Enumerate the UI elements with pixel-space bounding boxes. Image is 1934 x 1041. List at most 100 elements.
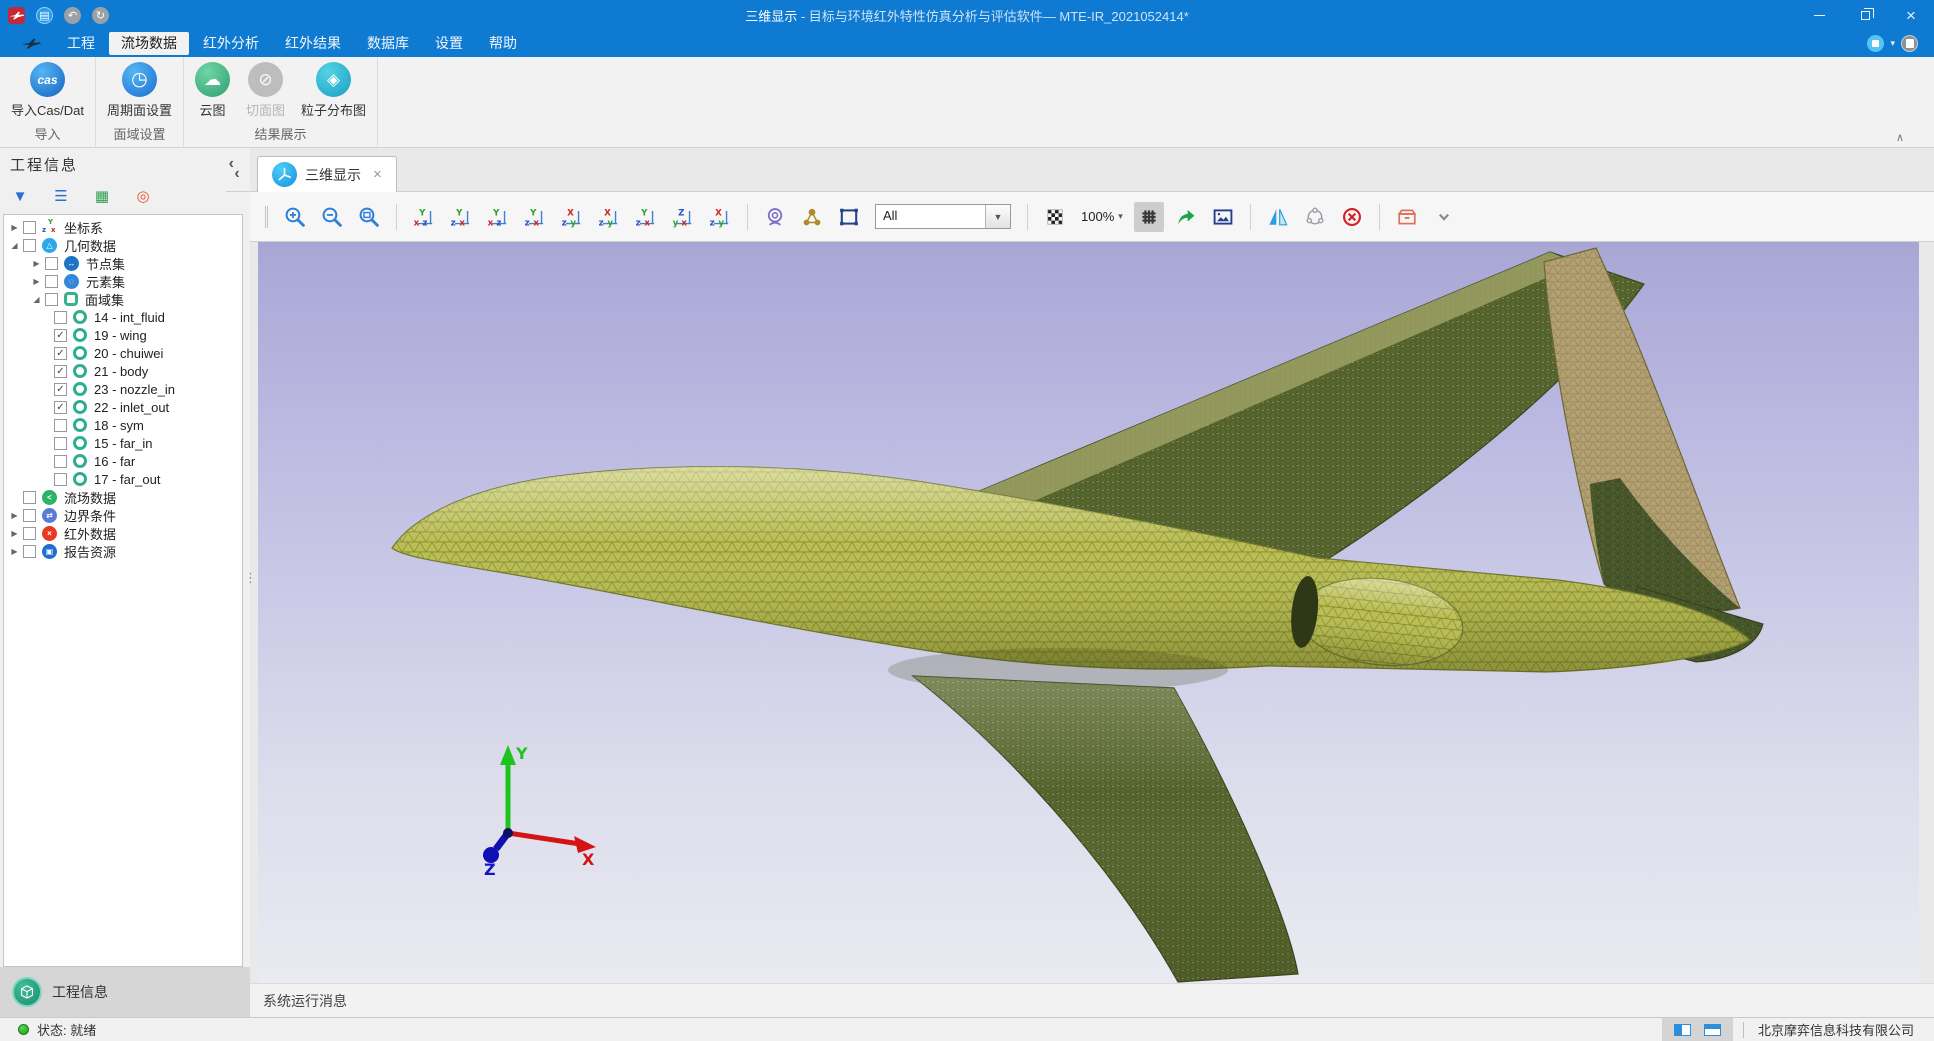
- target-icon[interactable]: ◎: [131, 184, 155, 208]
- checkbox[interactable]: [45, 275, 58, 288]
- toolbar-view-zxy-button[interactable]: zxY: [520, 202, 550, 232]
- tree-row[interactable]: ▶⇄边界条件: [4, 506, 242, 524]
- tree-row[interactable]: ▶Yzx坐标系: [4, 218, 242, 236]
- checkbox[interactable]: ✓: [54, 383, 67, 396]
- checkbox[interactable]: [23, 239, 36, 252]
- ribbon-button-cas[interactable]: cas导入Cas/Dat: [8, 62, 87, 121]
- expander-open-icon[interactable]: ◢: [8, 241, 21, 250]
- toolbar-molecule-button[interactable]: [797, 202, 827, 232]
- expander-icon[interactable]: ▶: [8, 529, 21, 538]
- toolbar-zoom-out-button[interactable]: [317, 202, 347, 232]
- checkbox[interactable]: [54, 473, 67, 486]
- zoom-level-select[interactable]: 100%▾: [1077, 209, 1127, 224]
- minimize-button[interactable]: [1796, 0, 1842, 30]
- checkbox[interactable]: [45, 293, 58, 306]
- toolbar-view-xzy-button[interactable]: xzY: [483, 202, 513, 232]
- tree-row[interactable]: 17 - far_out: [4, 470, 242, 488]
- tree-row[interactable]: ✓21 - body: [4, 362, 242, 380]
- tree-row[interactable]: 15 - far_in: [4, 434, 242, 452]
- checkbox[interactable]: [45, 257, 58, 270]
- toolbar-view-zyx-button[interactable]: zyX: [594, 202, 624, 232]
- ribbon-button-particles[interactable]: ◈粒子分布图: [298, 62, 369, 121]
- checkbox[interactable]: [23, 527, 36, 540]
- combo-dropdown-icon[interactable]: ▼: [985, 205, 1010, 228]
- viewport-3d[interactable]: Y X Z: [258, 242, 1919, 983]
- toolbar-checker-button[interactable]: [1040, 202, 1070, 232]
- checkbox[interactable]: ✓: [54, 365, 67, 378]
- layout-toggle-left-panel-icon[interactable]: [1674, 1024, 1691, 1036]
- toolbar-smooth-button[interactable]: [1300, 202, 1330, 232]
- tab-close-icon[interactable]: ×: [373, 166, 382, 183]
- checkbox[interactable]: [54, 437, 67, 450]
- redo-button[interactable]: ↻: [92, 7, 109, 24]
- toolbar-snapshot-button[interactable]: [1208, 202, 1238, 232]
- checkbox[interactable]: [54, 455, 67, 468]
- theme-icon[interactable]: [1867, 35, 1884, 52]
- toolbar-camera-button[interactable]: [760, 202, 790, 232]
- menu-item-5[interactable]: 设置: [423, 32, 475, 55]
- tree-row[interactable]: ▶↔节点集: [4, 254, 242, 272]
- toolbar-zoom-fit-button[interactable]: [354, 202, 384, 232]
- close-button[interactable]: ×: [1888, 0, 1934, 30]
- toolbar-view-zyx-button[interactable]: zyX: [705, 202, 735, 232]
- menu-item-1[interactable]: 流场数据: [109, 32, 189, 55]
- menu-item-2[interactable]: 红外分析: [191, 32, 271, 55]
- restore-button[interactable]: [1842, 0, 1888, 30]
- toolbar-grip[interactable]: [265, 206, 268, 228]
- toolbar-select-rect-button[interactable]: [834, 202, 864, 232]
- menu-item-3[interactable]: 红外结果: [273, 32, 353, 55]
- checkbox[interactable]: ✓: [54, 347, 67, 360]
- checkbox[interactable]: ✓: [54, 401, 67, 414]
- help-book-icon[interactable]: [1901, 35, 1918, 52]
- panel-bottom-bar[interactable]: 工程信息: [0, 967, 250, 1017]
- ribbon-button-clock[interactable]: ◷周期面设置: [104, 62, 175, 121]
- toolbar-grid-button[interactable]: [1134, 202, 1164, 232]
- grid-icon[interactable]: ▦: [90, 184, 114, 208]
- toolbar-chevron-down-button[interactable]: [1429, 202, 1459, 232]
- tab-scroll-left-icon[interactable]: ‹: [226, 165, 248, 191]
- checkbox[interactable]: ✓: [54, 329, 67, 342]
- toolbar-view-yxz-button[interactable]: yxZ: [668, 202, 698, 232]
- menu-item-0[interactable]: 工程: [55, 32, 107, 55]
- ribbon-button-cloud[interactable]: ☁云图: [192, 62, 233, 121]
- expander-icon[interactable]: ▶: [8, 223, 21, 232]
- toolbar-view-zyx-button[interactable]: zyX: [557, 202, 587, 232]
- tree-row[interactable]: ▶◌元素集: [4, 272, 242, 290]
- expander-icon[interactable]: ▶: [8, 547, 21, 556]
- toolbar-view-xzy-button[interactable]: xzY: [409, 202, 439, 232]
- toolbar-save-box-button[interactable]: [1392, 202, 1422, 232]
- toolbar-zoom-in-button[interactable]: [280, 202, 310, 232]
- tree-row[interactable]: ✓20 - chuiwei: [4, 344, 242, 362]
- menu-item-4[interactable]: 数据库: [355, 32, 421, 55]
- checkbox[interactable]: [54, 311, 67, 324]
- ribbon-collapse-icon[interactable]: ∧: [1896, 131, 1904, 144]
- menu-item-6[interactable]: 帮助: [477, 32, 529, 55]
- toolbar-mirror-button[interactable]: [1263, 202, 1293, 232]
- toolbar-delete-button[interactable]: [1337, 202, 1367, 232]
- tree-row[interactable]: ▶▣报告资源: [4, 542, 242, 560]
- expander-open-icon[interactable]: ◢: [30, 295, 43, 304]
- tree-row[interactable]: 14 - int_fluid: [4, 308, 242, 326]
- tab-3d-view[interactable]: 三维显示 ×: [257, 156, 397, 192]
- checkbox[interactable]: [23, 509, 36, 522]
- checkbox[interactable]: [54, 419, 67, 432]
- tree-row[interactable]: ◢面域集: [4, 290, 242, 308]
- display-filter-combo[interactable]: All▼: [875, 204, 1011, 229]
- layout-toggle-bottom-panel-icon[interactable]: [1704, 1024, 1721, 1036]
- tree-row[interactable]: ✓22 - inlet_out: [4, 398, 242, 416]
- tree-row[interactable]: 18 - sym: [4, 416, 242, 434]
- chevron-down-icon[interactable]: ▾: [1890, 38, 1895, 49]
- toolbar-export-arrow-button[interactable]: [1171, 202, 1201, 232]
- tree-row[interactable]: ✓19 - wing: [4, 326, 242, 344]
- expander-icon[interactable]: ▶: [30, 277, 43, 286]
- tree-row[interactable]: ✓23 - nozzle_in: [4, 380, 242, 398]
- checkbox[interactable]: [23, 545, 36, 558]
- expander-icon[interactable]: ▶: [8, 511, 21, 520]
- tree-row[interactable]: <流场数据: [4, 488, 242, 506]
- tree-row[interactable]: ▶×红外数据: [4, 524, 242, 542]
- checkbox[interactable]: [23, 491, 36, 504]
- toolbar-view-zxy-button[interactable]: zxY: [446, 202, 476, 232]
- toolbar-view-zxy-button[interactable]: zxY: [631, 202, 661, 232]
- checkbox[interactable]: [23, 221, 36, 234]
- undo-button[interactable]: ↶: [64, 7, 81, 24]
